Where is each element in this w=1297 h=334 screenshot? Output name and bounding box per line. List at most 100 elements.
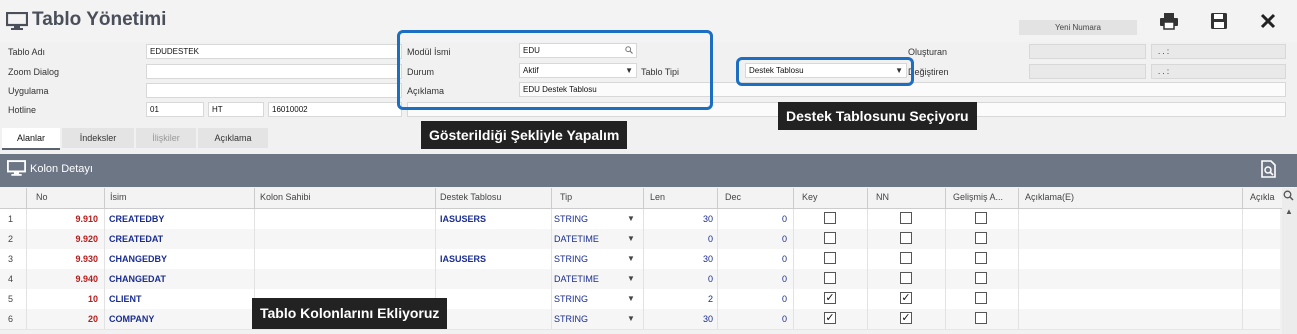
- col-nn[interactable]: NN: [876, 192, 889, 202]
- chevron-down-icon[interactable]: ▼: [627, 254, 635, 263]
- advanced-checkbox[interactable]: [975, 272, 987, 284]
- row-index[interactable]: 1: [8, 214, 13, 224]
- table-row[interactable]: 1 9.910 CREATEDBY IASUSERS STRING ▼ 30 0: [0, 209, 1280, 230]
- nn-checkbox[interactable]: ✓: [900, 312, 912, 324]
- new-number-field[interactable]: Yeni Numara: [1019, 20, 1137, 35]
- cell-len[interactable]: 2: [650, 294, 713, 304]
- table-row[interactable]: 2 9.920 CREATEDAT DATETIME ▼ 0 0: [0, 229, 1280, 250]
- zoom-dialog-input[interactable]: [146, 64, 402, 79]
- scroll-up-icon[interactable]: ▲: [1285, 207, 1293, 216]
- key-checkbox[interactable]: [824, 252, 836, 264]
- cell-no[interactable]: 9.910: [30, 214, 98, 224]
- cell-support-table[interactable]: IASUSERS: [440, 254, 486, 264]
- search-icon[interactable]: [1283, 190, 1294, 201]
- print-button[interactable]: [1156, 9, 1182, 33]
- cell-len[interactable]: 0: [650, 274, 713, 284]
- tab-relations[interactable]: İlişkiler: [136, 128, 196, 148]
- close-button[interactable]: [1255, 9, 1281, 33]
- cell-type[interactable]: STRING: [554, 294, 588, 304]
- cell-name[interactable]: CHANGEDAT: [109, 274, 166, 284]
- col-description-e[interactable]: Açıklama(E): [1025, 192, 1074, 202]
- cell-type[interactable]: STRING: [554, 314, 588, 324]
- save-button[interactable]: [1206, 9, 1232, 33]
- cell-name[interactable]: CREATEDAT: [109, 234, 163, 244]
- cell-type[interactable]: DATETIME: [554, 274, 599, 284]
- chevron-down-icon[interactable]: ▼: [627, 314, 635, 323]
- key-checkbox[interactable]: ✓: [824, 292, 836, 304]
- col-owner[interactable]: Kolon Sahibi: [260, 192, 311, 202]
- col-no[interactable]: No: [36, 192, 48, 202]
- row-index[interactable]: 3: [8, 254, 13, 264]
- cell-len[interactable]: 30: [650, 254, 713, 264]
- advanced-checkbox[interactable]: [975, 232, 987, 244]
- chevron-down-icon[interactable]: ▼: [627, 214, 635, 223]
- nn-checkbox[interactable]: [900, 212, 912, 224]
- nn-checkbox[interactable]: [900, 232, 912, 244]
- table-row[interactable]: 4 9.940 CHANGEDAT DATETIME ▼ 0 0: [0, 269, 1280, 290]
- nn-checkbox[interactable]: [900, 272, 912, 284]
- col-support-table[interactable]: Destek Tablosu: [440, 192, 501, 202]
- row-index[interactable]: 4: [8, 274, 13, 284]
- cell-dec[interactable]: 0: [724, 314, 787, 324]
- cell-divider: [643, 309, 644, 329]
- cell-dec[interactable]: 0: [724, 234, 787, 244]
- cell-len[interactable]: 30: [650, 214, 713, 224]
- cell-no[interactable]: 20: [30, 314, 98, 324]
- chevron-down-icon[interactable]: ▼: [627, 274, 635, 283]
- nn-checkbox[interactable]: ✓: [900, 292, 912, 304]
- advanced-checkbox[interactable]: [975, 312, 987, 324]
- col-dec[interactable]: Dec: [725, 192, 741, 202]
- cell-type[interactable]: DATETIME: [554, 234, 599, 244]
- row-index[interactable]: 5: [8, 294, 13, 304]
- col-len[interactable]: Len: [650, 192, 665, 202]
- header-divider: [945, 188, 946, 208]
- hotline-input-1[interactable]: 01: [146, 102, 204, 117]
- cell-no[interactable]: 9.920: [30, 234, 98, 244]
- tab-indexes[interactable]: İndeksler: [62, 128, 134, 148]
- application-input[interactable]: [146, 83, 402, 98]
- advanced-checkbox[interactable]: [975, 212, 987, 224]
- col-type[interactable]: Tip: [560, 192, 572, 202]
- cell-type[interactable]: STRING: [554, 254, 588, 264]
- tab-fields[interactable]: Alanlar: [2, 128, 60, 150]
- cell-type[interactable]: STRING: [554, 214, 588, 224]
- table-row[interactable]: 5 10 CLIENT STRING ▼ 2 0 ✓ ✓: [0, 289, 1280, 310]
- col-name[interactable]: İsim: [110, 192, 127, 202]
- tab-description[interactable]: Açıklama: [198, 128, 268, 148]
- cell-no[interactable]: 9.940: [30, 274, 98, 284]
- table-row[interactable]: 3 9.930 CHANGEDBY IASUSERS STRING ▼ 30 0: [0, 249, 1280, 270]
- col-key[interactable]: Key: [802, 192, 818, 202]
- cell-dec[interactable]: 0: [724, 294, 787, 304]
- chevron-down-icon[interactable]: ▼: [627, 234, 635, 243]
- key-checkbox[interactable]: [824, 212, 836, 224]
- cell-dec[interactable]: 0: [724, 274, 787, 284]
- cell-len[interactable]: 0: [650, 234, 713, 244]
- table-row[interactable]: 6 20 COMPANY STRING ▼ 30 0 ✓ ✓: [0, 309, 1280, 330]
- hotline-input-3[interactable]: 16010002: [268, 102, 402, 117]
- advanced-checkbox[interactable]: [975, 292, 987, 304]
- cell-name[interactable]: CHANGEDBY: [109, 254, 167, 264]
- nn-checkbox[interactable]: [900, 252, 912, 264]
- key-checkbox[interactable]: [824, 272, 836, 284]
- cell-name[interactable]: CREATEDBY: [109, 214, 164, 224]
- row-index[interactable]: 2: [8, 234, 13, 244]
- cell-support-table[interactable]: IASUSERS: [440, 214, 486, 224]
- key-checkbox[interactable]: [824, 232, 836, 244]
- col-description[interactable]: Açıkla: [1250, 192, 1275, 202]
- cell-dec[interactable]: 0: [724, 214, 787, 224]
- cell-no[interactable]: 9.930: [30, 254, 98, 264]
- chevron-down-icon[interactable]: ▼: [627, 294, 635, 303]
- cell-dec[interactable]: 0: [724, 254, 787, 264]
- cell-name[interactable]: COMPANY: [109, 314, 154, 324]
- key-checkbox[interactable]: ✓: [824, 312, 836, 324]
- hotline-input-2[interactable]: HT: [208, 102, 264, 117]
- row-index[interactable]: 6: [8, 314, 13, 324]
- col-advanced[interactable]: Gelişmiş A...: [953, 192, 1003, 202]
- table-name-input[interactable]: EDUDESTEK: [146, 44, 402, 59]
- cell-divider: [26, 209, 27, 229]
- export-icon[interactable]: [1259, 160, 1277, 178]
- cell-name[interactable]: CLIENT: [109, 294, 142, 304]
- cell-no[interactable]: 10: [30, 294, 98, 304]
- cell-len[interactable]: 30: [650, 314, 713, 324]
- advanced-checkbox[interactable]: [975, 252, 987, 264]
